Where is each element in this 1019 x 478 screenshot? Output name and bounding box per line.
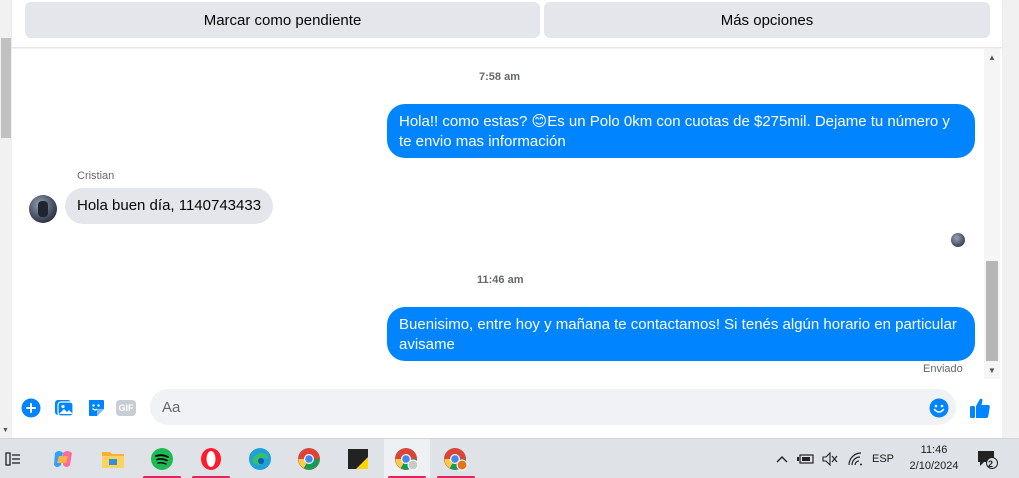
message-input[interactable]	[150, 389, 956, 425]
gif-label: GIF	[118, 403, 134, 413]
clock-date: 2/10/2024	[909, 460, 959, 472]
volume-muted-icon[interactable]	[820, 439, 840, 478]
avatar[interactable]	[29, 195, 57, 223]
windows-taskbar: ESP 11:46 2/10/2024 2	[0, 438, 1019, 478]
opera-icon[interactable]	[188, 439, 234, 478]
spotify-icon[interactable]	[139, 439, 185, 478]
notification-count: 2	[988, 459, 994, 469]
chrome-profile-icon[interactable]	[384, 439, 430, 478]
sender-name: Cristian	[77, 170, 115, 182]
mark-pending-button[interactable]: Marcar como pendiente	[25, 2, 540, 38]
gif-icon[interactable]: GIF	[116, 398, 136, 418]
thumbs-up-icon[interactable]	[968, 396, 992, 420]
notification-icon[interactable]: 2	[974, 439, 1000, 478]
plus-icon[interactable]	[21, 398, 41, 418]
outgoing-message[interactable]: Hola!! como estas? 😊Es un Polo 0km con c…	[387, 104, 975, 158]
message-thread: 7:58 am Hola!! como estas? 😊Es un Polo 0…	[12, 49, 984, 379]
system-clock[interactable]: 11:46 2/10/2024	[895, 442, 973, 474]
task-view-icon[interactable]	[0, 439, 26, 478]
edge-icon[interactable]	[237, 439, 283, 478]
scroll-down-arrow-icon[interactable]: ▼	[988, 366, 996, 375]
incoming-message[interactable]: Hola buen día, 1140743433	[65, 188, 274, 224]
conversation-actions-bar: Marcar como pendiente Más opciones	[12, 0, 1002, 48]
thread-scrollbar-thumb[interactable]	[986, 261, 998, 361]
language-indicator[interactable]: ESP	[869, 439, 897, 478]
page-scrollbar[interactable]: ▼	[0, 0, 12, 438]
more-options-button[interactable]: Más opciones	[544, 2, 990, 38]
message-timestamp: 11:46 am	[477, 274, 524, 286]
wifi-icon[interactable]	[845, 439, 865, 478]
battery-icon[interactable]	[796, 439, 816, 478]
seen-receipt-avatar	[951, 233, 965, 247]
page-scrollbar-thumb[interactable]	[1, 38, 11, 138]
clock-time: 11:46	[920, 444, 948, 456]
outgoing-message[interactable]: Buenisimo, entre hoy y mañana te contact…	[387, 307, 975, 361]
thread-scrollbar[interactable]: ▲ ▼	[984, 49, 1000, 379]
chrome-icon[interactable]	[286, 439, 332, 478]
scroll-down-arrow-icon[interactable]: ▼	[2, 427, 9, 434]
message-timestamp: 7:58 am	[479, 71, 520, 83]
scroll-up-arrow-icon[interactable]: ▲	[988, 53, 996, 62]
sticky-notes-icon[interactable]	[335, 439, 381, 478]
emoji-icon[interactable]	[929, 398, 949, 418]
copilot-icon[interactable]	[40, 439, 86, 478]
chrome-profile-icon[interactable]	[433, 439, 479, 478]
sticker-icon[interactable]	[86, 398, 106, 418]
chevron-up-icon[interactable]	[772, 439, 792, 478]
photo-icon[interactable]	[54, 398, 74, 418]
message-status: Enviado	[923, 363, 963, 375]
file-explorer-icon[interactable]	[90, 439, 136, 478]
message-composer: GIF	[12, 380, 1002, 436]
page-scrollbar-right[interactable]	[1002, 0, 1019, 438]
